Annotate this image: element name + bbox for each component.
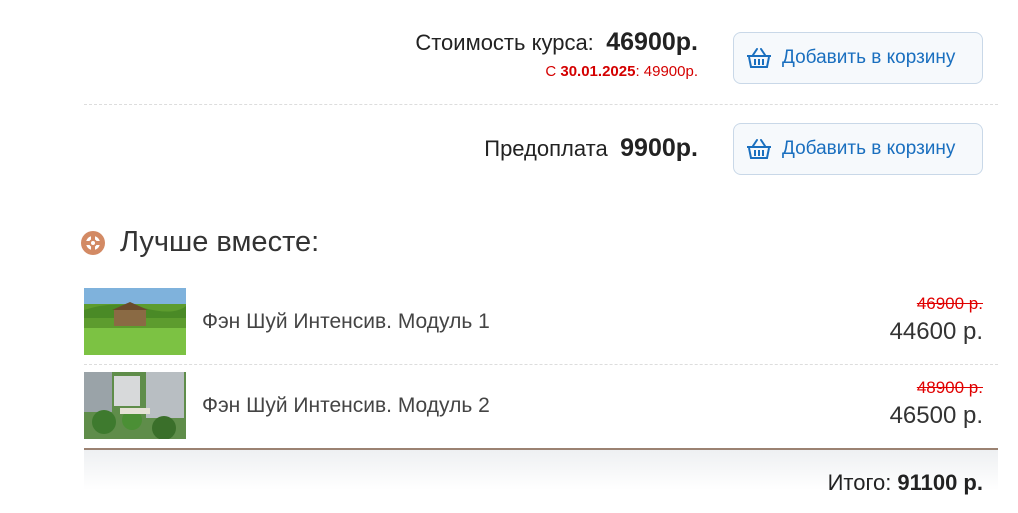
item-new-price: 44600 р.	[889, 318, 983, 345]
bundle-title: Лучше вместе:	[80, 226, 319, 259]
item-name[interactable]: Фэн Шуй Интенсив. Модуль 2	[202, 394, 490, 418]
list-item[interactable]: Фэн Шуй Интенсив. Модуль 1 46900 р. 4460…	[84, 284, 998, 365]
add-prepayment-to-cart-button[interactable]: Добавить в корзину	[733, 123, 983, 175]
item-thumbnail[interactable]	[84, 288, 186, 355]
bundle-title-text: Лучше вместе:	[120, 226, 320, 258]
promo-price: : 49900р.	[635, 63, 698, 80]
total-label: Итого:	[827, 470, 892, 495]
promo-date: 30.01.2025	[560, 63, 636, 80]
prepayment-block: Предоплата 9900р.	[484, 134, 698, 163]
course-price-row: Стоимость курса: 46900р. С 30.01.2025: 4…	[84, 24, 998, 105]
prepayment-label: Предоплата	[484, 136, 608, 161]
basket-icon	[747, 48, 771, 68]
basket-icon	[747, 139, 771, 159]
add-to-cart-label: Добавить в корзину	[782, 47, 956, 68]
item-old-price: 46900 р.	[916, 294, 983, 313]
total-value: 91100 р.	[897, 470, 983, 495]
item-old-price: 48900 р.	[916, 378, 983, 397]
prepayment-row: Предоплата 9900р. Добавить в корзину	[84, 104, 998, 194]
item-thumbnail[interactable]	[84, 372, 186, 439]
list-item[interactable]: Фэн Шуй Интенсив. Модуль 2 48900 р. 4650…	[84, 368, 998, 448]
promo-note: С 30.01.2025: 49900р.	[415, 63, 698, 80]
lifebuoy-icon	[81, 230, 105, 255]
item-new-price: 46500 р.	[889, 402, 983, 429]
bundle-total: Итого: 91100 р.	[828, 470, 983, 496]
add-to-cart-label: Добавить в корзину	[782, 138, 956, 159]
course-price-value: 46900р.	[606, 28, 698, 56]
course-price-label: Стоимость курса:	[415, 30, 594, 55]
course-price-block: Стоимость курса: 46900р. С 30.01.2025: 4…	[415, 28, 698, 80]
add-to-cart-button[interactable]: Добавить в корзину	[733, 32, 983, 84]
promo-prefix: С	[545, 63, 561, 80]
item-name[interactable]: Фэн Шуй Интенсив. Модуль 1	[202, 310, 490, 334]
prepayment-value: 9900р.	[620, 134, 698, 162]
